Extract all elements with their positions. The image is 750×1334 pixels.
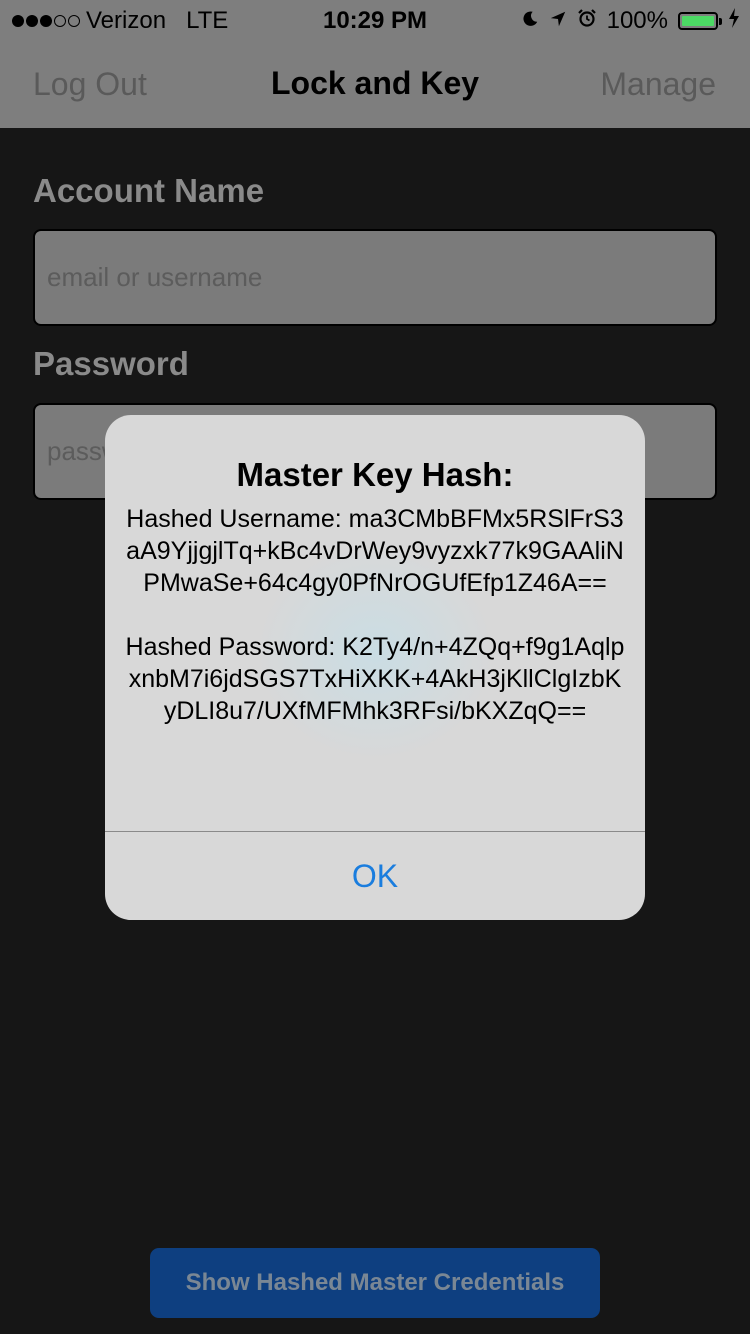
battery-icon (678, 12, 722, 30)
alert-message: Hashed Username: ma3CMbBFMx5RSlFrS3aA9Yj… (125, 505, 625, 725)
navigation-bar: Log Out Lock and Key Manage (0, 40, 750, 128)
battery-fill (682, 16, 714, 26)
account-name-label: Account Name (33, 172, 265, 209)
moon-icon (521, 7, 539, 35)
manage-button[interactable]: Manage (600, 66, 716, 103)
alarm-clock-icon (577, 7, 597, 35)
alert-dialog: Master Key Hash: Hashed Username: ma3CMb… (105, 415, 645, 920)
alert-title: Master Key Hash: (236, 456, 514, 493)
status-bar: Verizon LTE 10:29 PM 100% (0, 0, 750, 40)
show-hashed-credentials-button[interactable]: Show Hashed Master Credentials (150, 1248, 600, 1318)
charging-bolt-icon (728, 7, 740, 35)
location-arrow-icon (549, 7, 567, 35)
battery-percent: 100% (606, 7, 668, 34)
password-label: Password (33, 345, 189, 382)
account-name-input[interactable] (33, 229, 717, 326)
ok-button[interactable]: OK (105, 832, 645, 920)
alert-content: Master Key Hash: Hashed Username: ma3CMb… (105, 415, 645, 831)
status-right: 100% (521, 7, 740, 35)
